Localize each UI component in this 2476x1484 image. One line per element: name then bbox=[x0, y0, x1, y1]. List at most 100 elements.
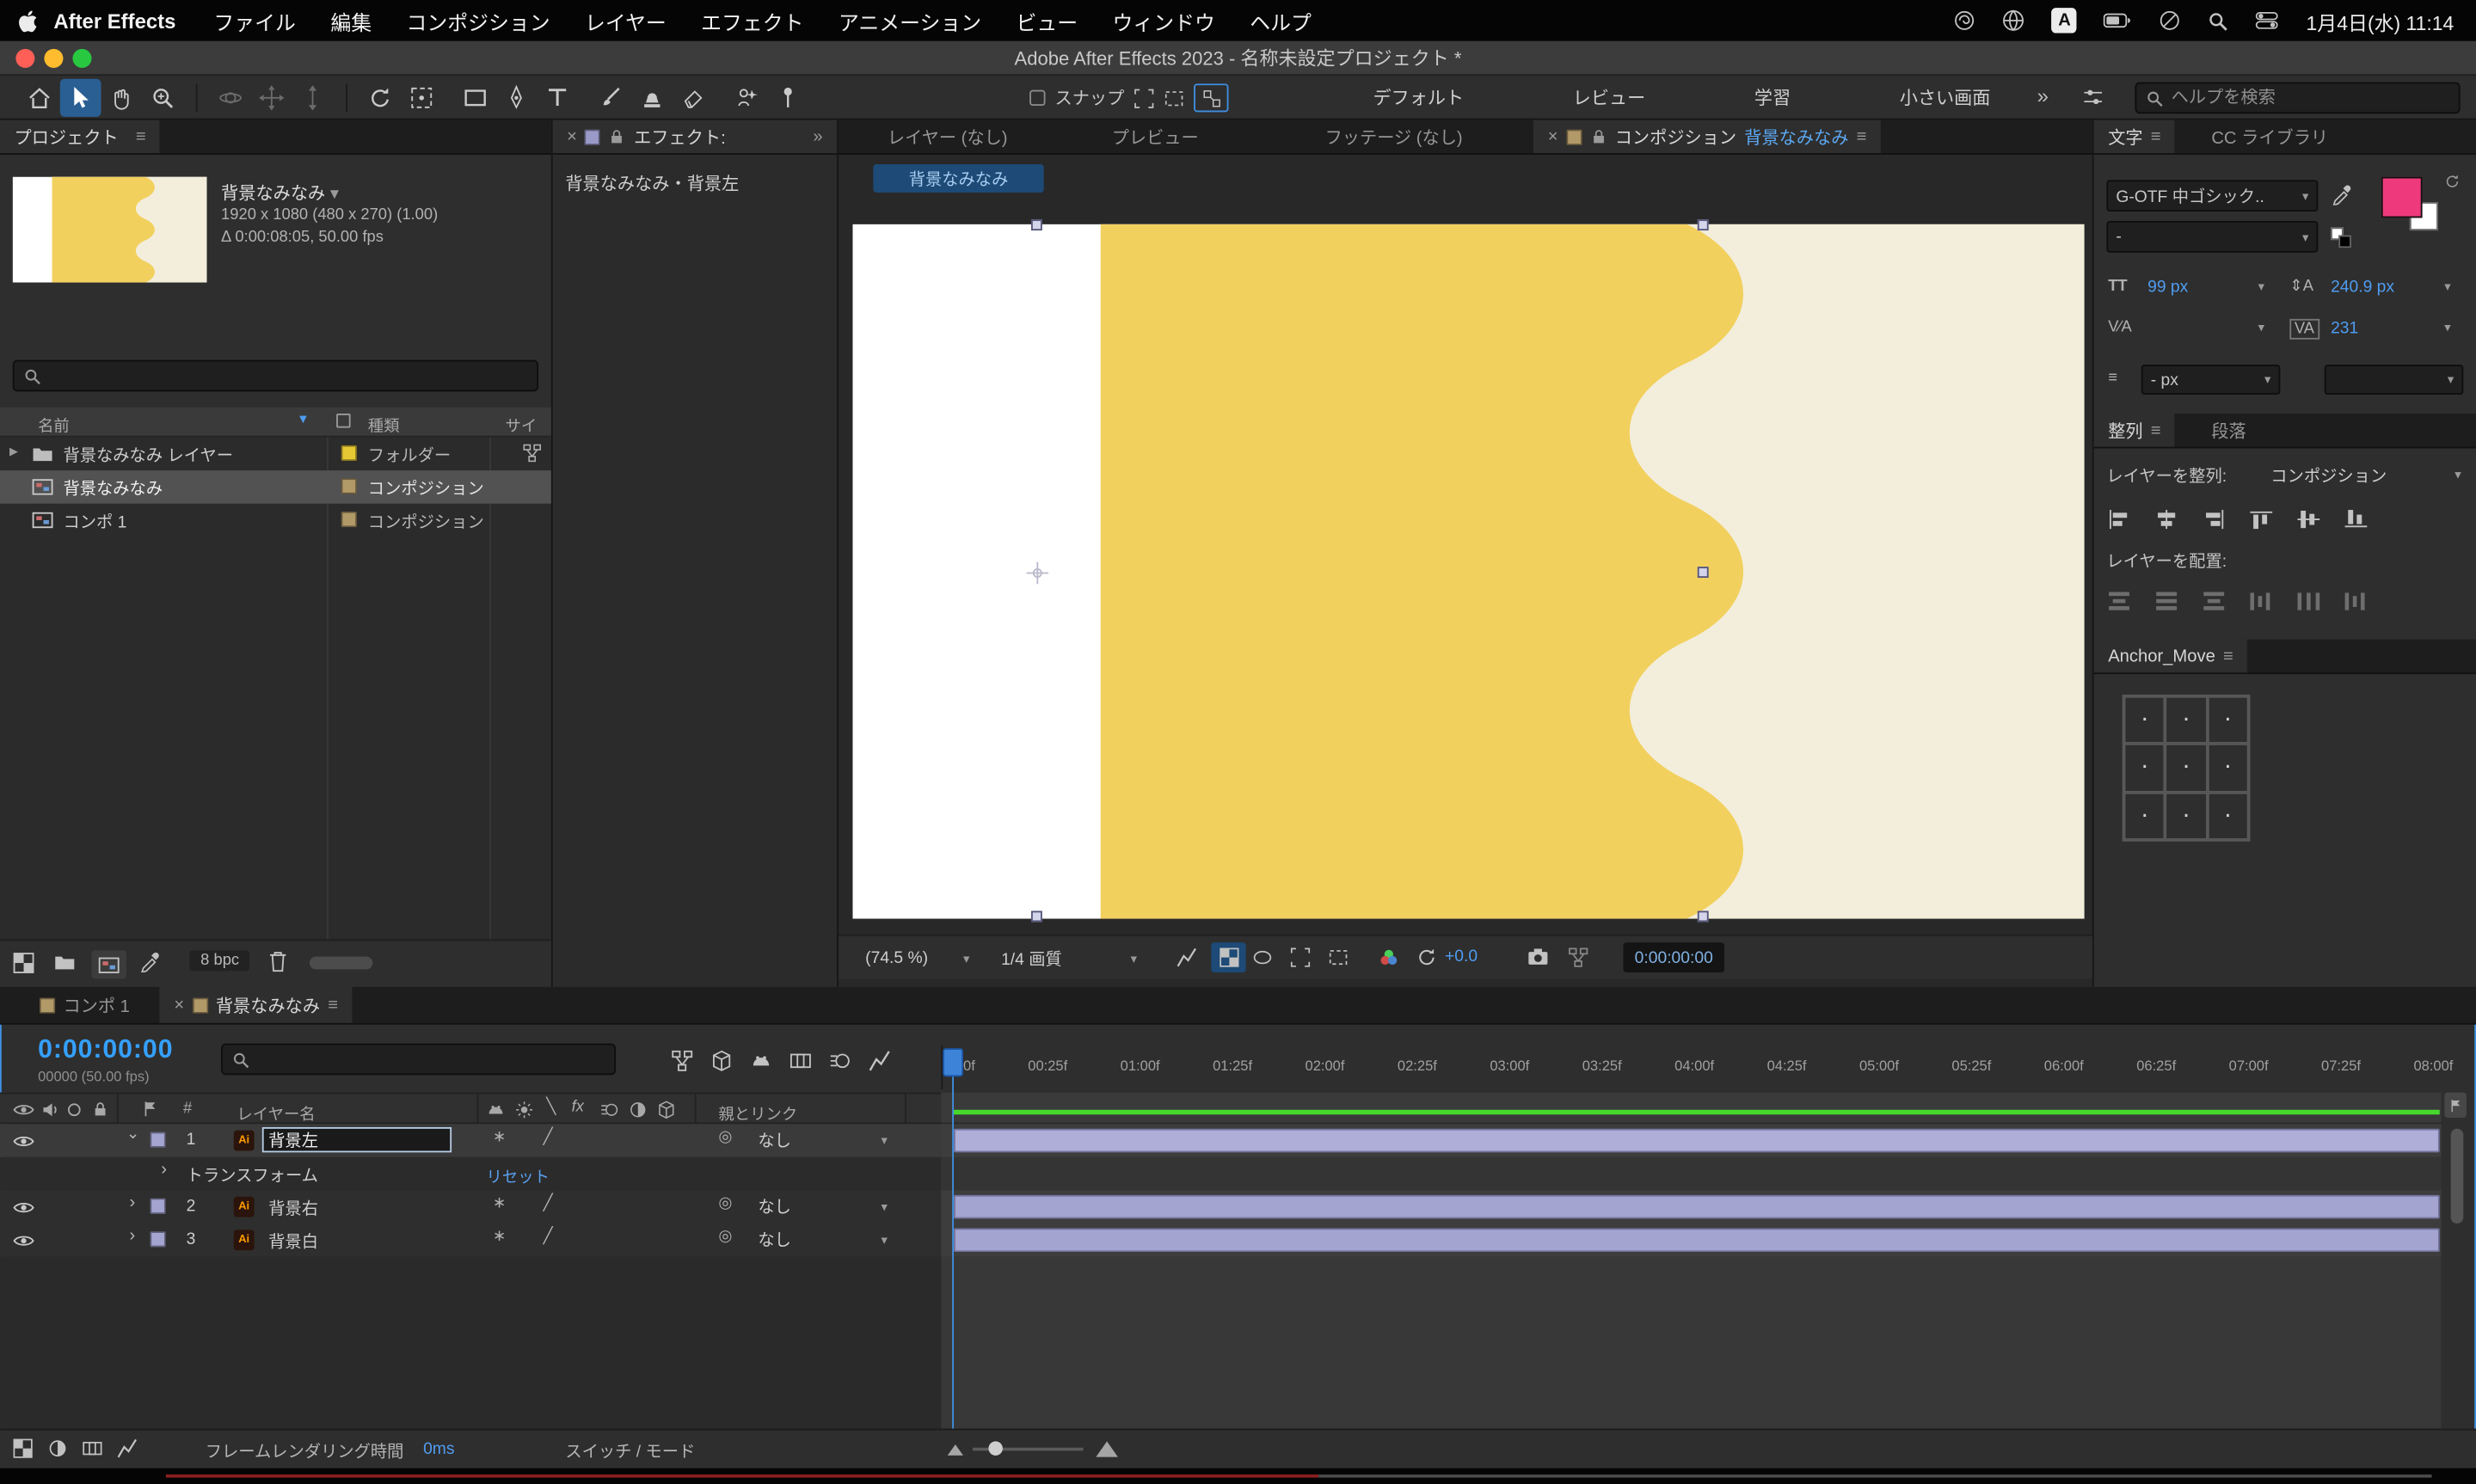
graph-editor-icon[interactable] bbox=[869, 1050, 891, 1072]
show-snapshot-icon[interactable] bbox=[1568, 947, 1588, 968]
layer-label-chip[interactable] bbox=[150, 1131, 165, 1147]
network-off-icon[interactable] bbox=[2160, 9, 2182, 32]
extra-dropdown[interactable]: ▾ bbox=[2325, 365, 2464, 395]
anchor-cell-center[interactable]: · bbox=[2166, 744, 2207, 792]
expand-transfer-controls-icon[interactable] bbox=[47, 1438, 68, 1459]
anchor-cell-mid-right[interactable]: · bbox=[2207, 744, 2248, 792]
rotation-tool[interactable] bbox=[360, 78, 402, 116]
screen-mirroring-icon[interactable] bbox=[1954, 9, 1976, 32]
snap-grid-icon[interactable] bbox=[1194, 83, 1228, 112]
quality-switch[interactable]: ╱ bbox=[544, 1129, 553, 1146]
layer-name[interactable]: 背景白 bbox=[268, 1230, 318, 1254]
window-titlebar[interactable]: Adobe After Effects 2023 - 名称未設定プロジェクト * bbox=[0, 41, 2476, 76]
tree-expand-icon[interactable]: ▶ bbox=[9, 445, 18, 458]
channel-show-icon[interactable] bbox=[1379, 947, 1399, 968]
tracking-value[interactable]: 231 bbox=[2331, 319, 2358, 338]
label-color-chip[interactable] bbox=[341, 445, 357, 461]
type-tool[interactable] bbox=[537, 78, 578, 116]
layer-visibility-icon[interactable] bbox=[13, 1199, 35, 1215]
lock-icon[interactable] bbox=[609, 128, 626, 145]
panel-menu-icon[interactable]: ≡ bbox=[136, 127, 146, 146]
tab-preview[interactable]: プレビュー bbox=[1097, 120, 1213, 154]
disclosure-icon[interactable]: › bbox=[161, 1161, 167, 1180]
tab-character[interactable]: 文字≡ bbox=[2094, 120, 2175, 154]
tab-project[interactable]: プロジェクト ≡ bbox=[0, 120, 160, 154]
new-folder-icon[interactable] bbox=[53, 954, 76, 971]
kerning-dropdown-icon[interactable]: ▾ bbox=[2258, 321, 2264, 335]
collapse-switch[interactable]: ∗ bbox=[493, 1228, 506, 1245]
layer-visibility-icon[interactable] bbox=[13, 1133, 35, 1149]
parent-dropdown[interactable]: なし▾ bbox=[748, 1127, 897, 1154]
close-panel-icon[interactable]: × bbox=[567, 127, 577, 146]
zoom-window-button[interactable] bbox=[72, 49, 91, 68]
panel-menu-icon[interactable]: ≡ bbox=[2151, 127, 2161, 146]
menubar-app-name[interactable]: After Effects bbox=[53, 9, 175, 33]
anchor-cell-bottom-left[interactable]: · bbox=[2124, 792, 2166, 840]
guides-region-icon[interactable] bbox=[1328, 947, 1349, 968]
switches-modes-toggle[interactable]: スイッチ / モード bbox=[565, 1440, 695, 1464]
pan-behind-tool[interactable] bbox=[401, 78, 442, 116]
panel-menu-icon[interactable]: ≡ bbox=[2151, 420, 2161, 439]
project-row-comp[interactable]: コンポ 1 コンポジション bbox=[0, 504, 551, 537]
clone-stamp-tool[interactable] bbox=[631, 78, 673, 116]
tab-comp-1[interactable]: コンポ 1 bbox=[25, 987, 144, 1023]
composition-canvas[interactable] bbox=[852, 224, 2084, 919]
project-row-name[interactable]: 背景なみなみ レイヤー bbox=[63, 444, 233, 468]
disclosure-icon[interactable]: › bbox=[130, 1227, 136, 1246]
project-row-comp-selected[interactable]: 背景なみなみ コンポジション bbox=[0, 470, 551, 504]
workspace-default[interactable]: デフォルト bbox=[1373, 85, 1464, 110]
track-area[interactable] bbox=[941, 1124, 2441, 1428]
column-type[interactable]: 種類 bbox=[368, 412, 400, 436]
layer-name-column-header[interactable]: レイヤー名 bbox=[237, 1101, 315, 1125]
selection-handle-top-left[interactable] bbox=[1031, 219, 1042, 230]
spotlight-icon[interactable] bbox=[2209, 10, 2229, 31]
panel-menu-icon[interactable]: ≡ bbox=[2223, 647, 2233, 665]
align-horizontal-center-icon[interactable] bbox=[2153, 502, 2178, 537]
parent-link-column-header[interactable]: 親とリンク bbox=[718, 1101, 797, 1125]
puppet-pin-tool[interactable] bbox=[767, 78, 808, 116]
zoom-tool[interactable] bbox=[142, 78, 183, 116]
help-search-input[interactable] bbox=[2172, 89, 2424, 107]
draft-3d-icon[interactable] bbox=[710, 1050, 733, 1072]
control-center-icon[interactable] bbox=[2256, 11, 2280, 30]
swap-fill-stroke-icon[interactable] bbox=[2444, 174, 2460, 189]
anchor-cell-top-right[interactable]: · bbox=[2207, 696, 2248, 745]
pan-camera-tool[interactable] bbox=[251, 78, 292, 116]
project-item-name[interactable]: 背景なみなみ ▾ bbox=[221, 180, 339, 205]
layer-duration-bar-2[interactable] bbox=[954, 1195, 2440, 1219]
tab-footage-viewer[interactable]: フッテージ (なし) bbox=[1311, 120, 1477, 154]
snap-checkbox[interactable] bbox=[1029, 90, 1045, 106]
project-search-input[interactable] bbox=[49, 366, 491, 385]
menu-effect[interactable]: エフェクト bbox=[701, 5, 803, 35]
track-header-strip[interactable] bbox=[941, 1093, 2441, 1125]
input-source-icon[interactable]: A bbox=[2052, 8, 2077, 33]
comp-breadcrumb[interactable]: 背景なみなみ bbox=[873, 164, 1043, 193]
close-panel-icon[interactable]: × bbox=[174, 996, 184, 1015]
project-search-field[interactable] bbox=[13, 360, 538, 392]
anchor-cell-bottom-center[interactable]: · bbox=[2166, 792, 2207, 840]
anchor-cell-top-left[interactable]: · bbox=[2124, 696, 2166, 745]
distribute-left-icon[interactable] bbox=[2249, 584, 2274, 618]
view-list-icon[interactable] bbox=[13, 952, 35, 974]
layer-label-chip[interactable] bbox=[150, 1231, 165, 1247]
timeline-search-input[interactable] bbox=[257, 1050, 573, 1069]
parent-dropdown[interactable]: なし▾ bbox=[748, 1193, 897, 1220]
layer-row-1[interactable]: ⌄ 1 Ai ∗ ╱ ◎ なし▾ bbox=[0, 1124, 941, 1157]
composition-mini-flowchart-icon[interactable] bbox=[671, 1050, 693, 1072]
snap-option-a-icon[interactable] bbox=[1134, 88, 1154, 108]
trash-icon[interactable] bbox=[268, 950, 287, 972]
transform-group-label[interactable]: トランスフォーム bbox=[187, 1163, 318, 1187]
font-size-dropdown-icon[interactable]: ▾ bbox=[2258, 279, 2264, 294]
tab-effect-controls[interactable]: × エフェクト: » bbox=[553, 120, 837, 154]
current-time-indicator-handle[interactable] bbox=[943, 1048, 963, 1076]
snapshot-camera-icon[interactable] bbox=[1527, 947, 1550, 966]
menu-view[interactable]: ビュー bbox=[1016, 5, 1078, 35]
region-of-interest-icon[interactable] bbox=[1290, 947, 1311, 968]
menu-file[interactable]: ファイル bbox=[213, 5, 296, 35]
selection-handle-right-center[interactable] bbox=[1698, 567, 1709, 578]
zoom-in-mountain-icon[interactable] bbox=[1096, 1438, 1118, 1457]
tab-paragraph[interactable]: 段落 bbox=[2197, 414, 2260, 447]
viewer-timecode[interactable]: 0:00:00:00 bbox=[1624, 942, 1725, 972]
close-window-button[interactable] bbox=[15, 49, 34, 68]
magnification-dropdown[interactable]: (74.5 %)▾ bbox=[865, 944, 969, 972]
